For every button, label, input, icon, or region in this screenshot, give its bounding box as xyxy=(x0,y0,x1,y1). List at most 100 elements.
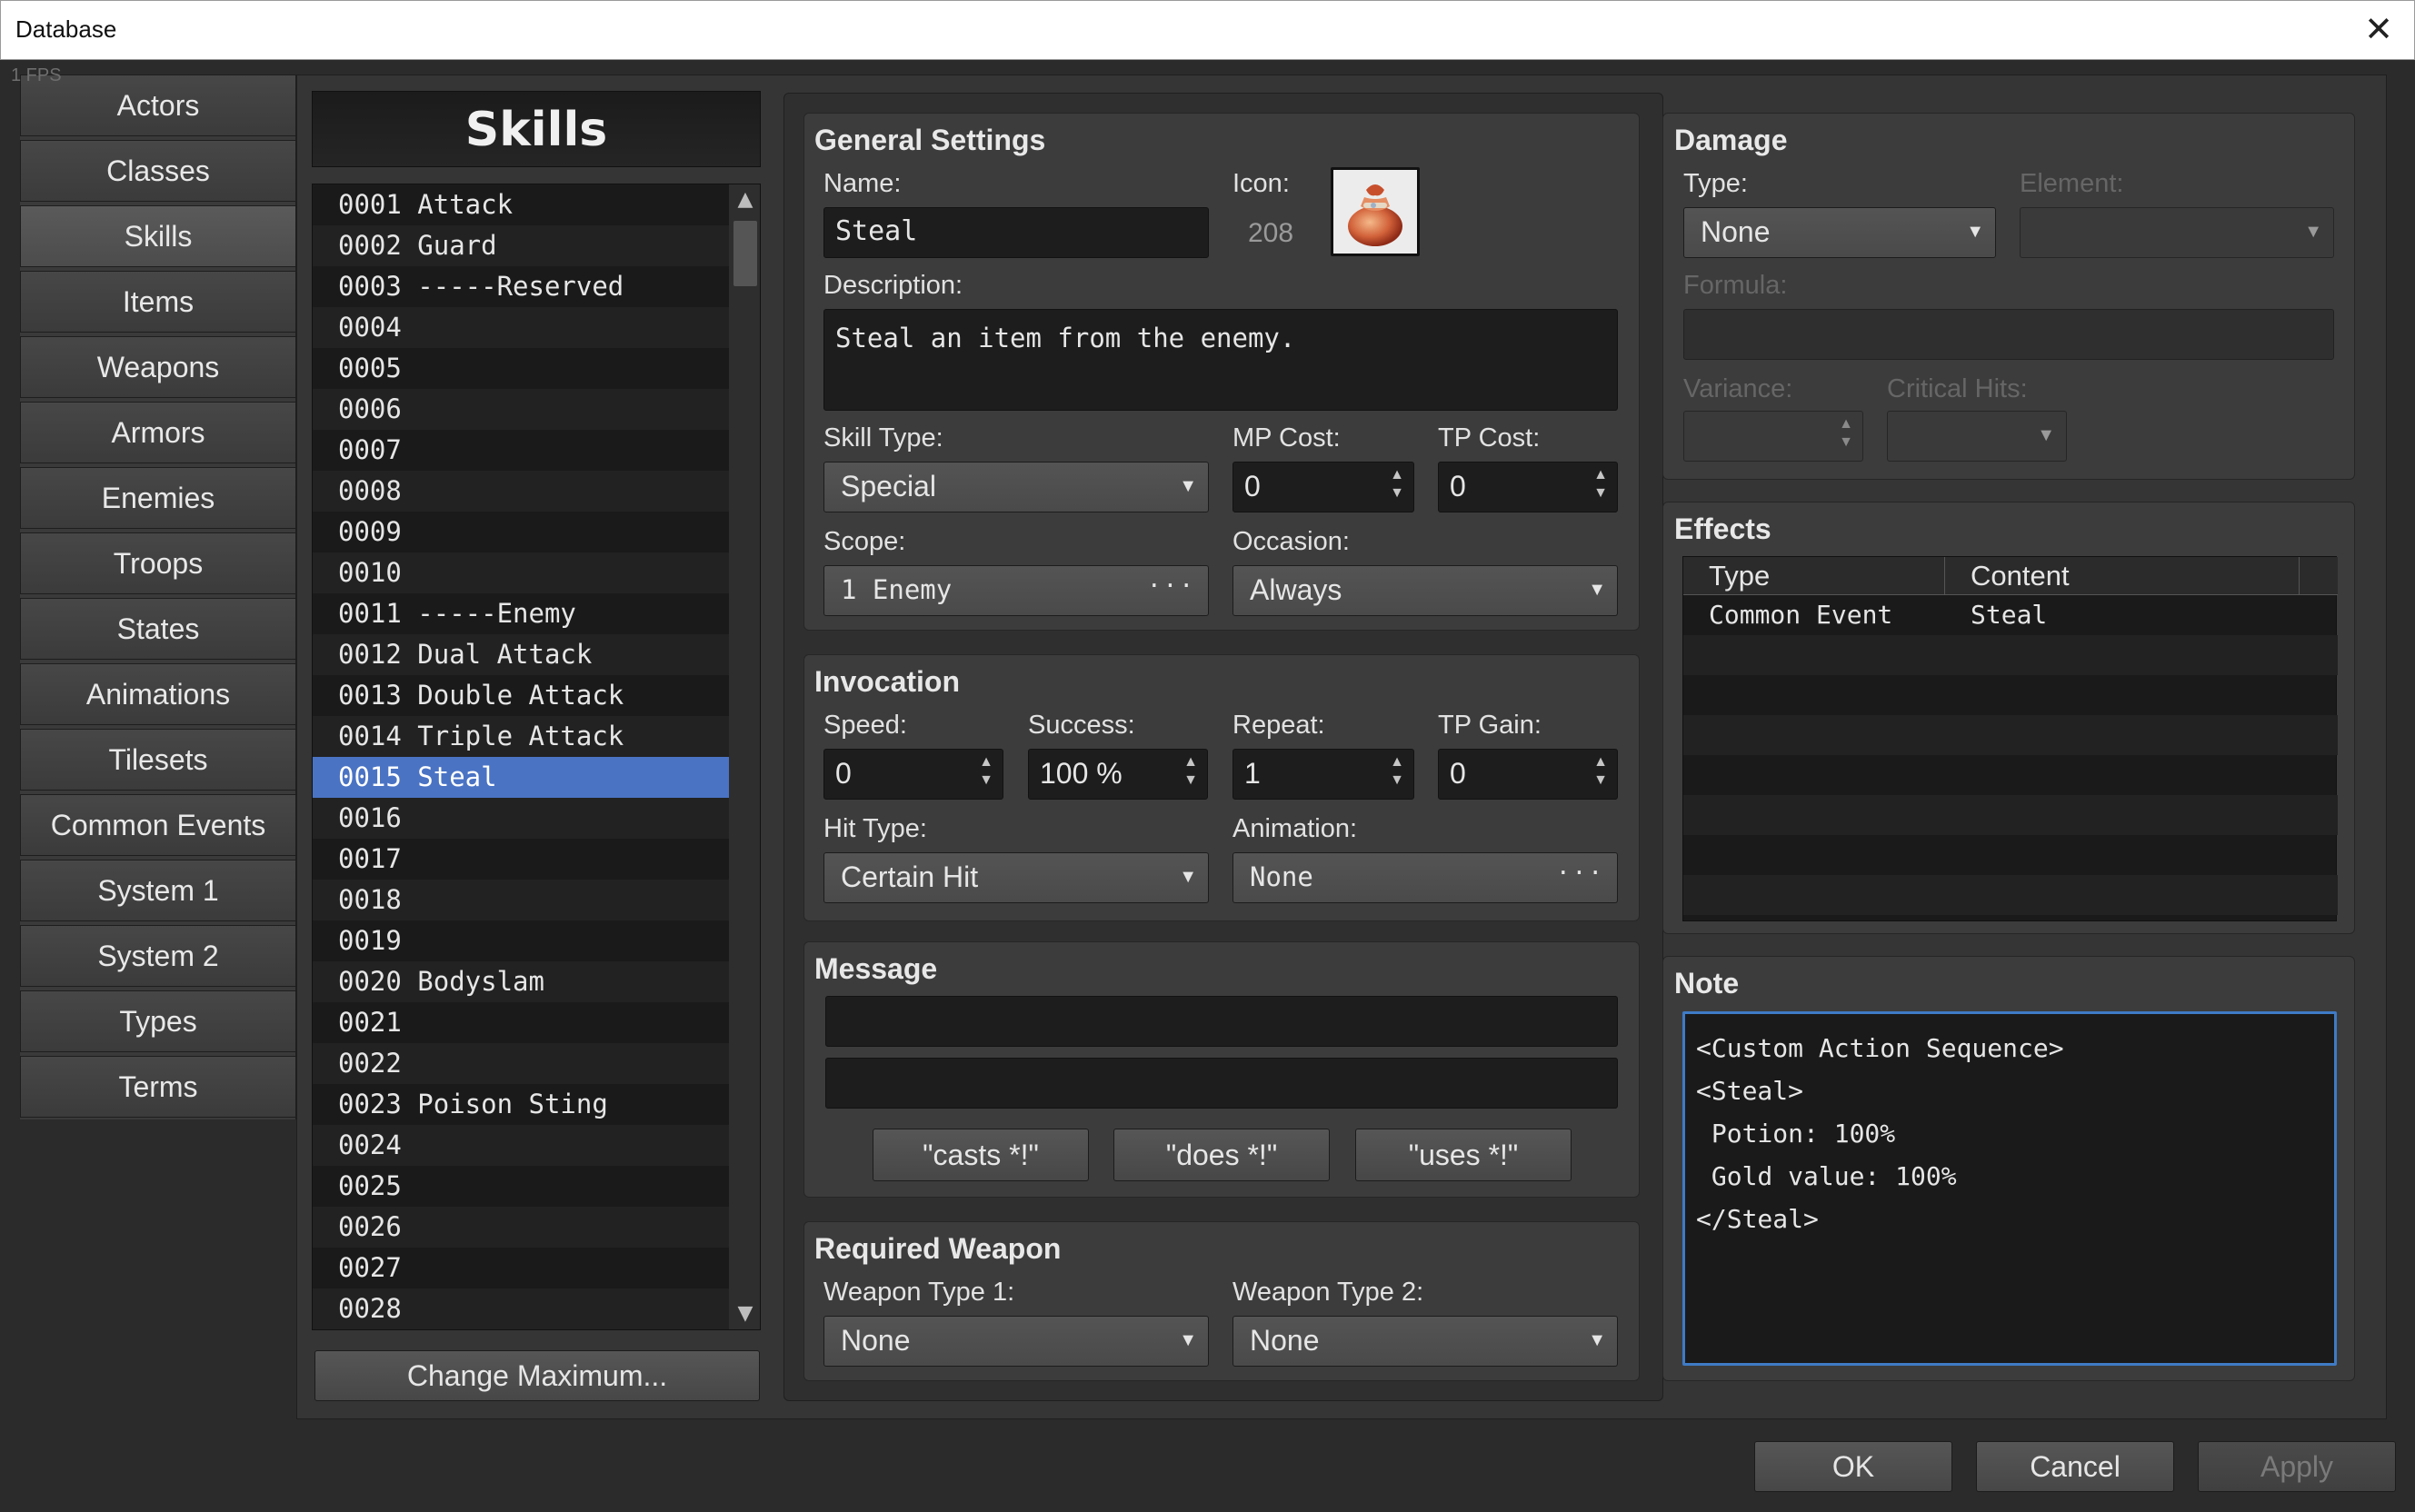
success-spinner[interactable]: 100 % ▲ ▼ xyxy=(1028,749,1208,800)
speed-spinner[interactable]: 0 ▲ ▼ xyxy=(823,749,1003,800)
list-item[interactable]: 0016 xyxy=(313,798,729,839)
table-row[interactable] xyxy=(1683,635,2338,675)
list-item[interactable]: 0026 xyxy=(313,1207,729,1248)
note-textarea[interactable]: <Custom Action Sequence> <Steal> Potion: … xyxy=(1682,1011,2337,1366)
uses-button[interactable]: "uses *!" xyxy=(1355,1129,1572,1181)
list-item[interactable]: 0001 Attack xyxy=(313,184,729,225)
critical-hits-select[interactable]: ▼ xyxy=(1887,411,2067,462)
effects-table[interactable]: Type Content Common Event Steal xyxy=(1682,556,2338,921)
list-item[interactable]: 0021 xyxy=(313,1002,729,1043)
change-maximum-button[interactable]: Change Maximum... xyxy=(314,1350,760,1401)
skills-list[interactable]: 0001 Attack 0002 Guard 0003 -----Reserved 0… xyxy=(312,184,761,1330)
category-tab-enemies[interactable]: Enemies xyxy=(20,467,296,529)
list-item[interactable]: 0019 xyxy=(313,920,729,961)
category-tab-tilesets[interactable]: Tilesets xyxy=(20,729,296,791)
category-tab-actors[interactable]: Actors xyxy=(20,75,296,136)
weapon-type-2-select[interactable]: None ▼ xyxy=(1232,1316,1618,1367)
message-line-2[interactable] xyxy=(825,1058,1618,1109)
scroll-thumb[interactable] xyxy=(733,221,757,286)
close-icon[interactable]: ✕ xyxy=(2356,6,2401,52)
list-item[interactable]: 0028 xyxy=(313,1288,729,1329)
list-item[interactable]: 0011 -----Enemy xyxy=(313,593,729,634)
category-tab-animations[interactable]: Animations xyxy=(20,663,296,725)
cancel-button[interactable]: Cancel xyxy=(1976,1441,2174,1492)
occasion-select[interactable]: Always ▼ xyxy=(1232,565,1618,616)
weapon-type-1-select[interactable]: None ▼ xyxy=(823,1316,1209,1367)
spinner-arrows-icon[interactable]: ▲ ▼ xyxy=(977,753,995,790)
list-item[interactable]: 0014 Triple Attack xyxy=(313,716,729,757)
spinner-arrows-icon[interactable]: ▲ ▼ xyxy=(1388,466,1406,502)
name-field[interactable]: Steal xyxy=(823,207,1209,258)
variance-spinner[interactable]: ▲ ▼ xyxy=(1683,411,1863,462)
spinner-arrows-icon[interactable]: ▲ ▼ xyxy=(1182,753,1200,790)
hit-type-select[interactable]: Certain Hit ▼ xyxy=(823,852,1209,903)
damage-type-value: None xyxy=(1701,215,1771,248)
table-row[interactable] xyxy=(1683,835,2338,875)
animation-select[interactable]: None ··· xyxy=(1232,852,1618,903)
description-field[interactable]: Steal an item from the enemy. xyxy=(823,309,1618,411)
category-tab-terms[interactable]: Terms xyxy=(20,1056,296,1118)
list-item[interactable]: 0017 xyxy=(313,839,729,880)
list-item[interactable]: 0010 xyxy=(313,552,729,593)
list-item[interactable]: 0008 xyxy=(313,471,729,512)
list-item[interactable]: 0015 Steal xyxy=(313,757,729,798)
category-tab-items[interactable]: Items xyxy=(20,271,296,333)
table-row[interactable] xyxy=(1683,755,2338,795)
list-item[interactable]: 0023 Poison Sting xyxy=(313,1084,729,1125)
category-tab-system-2[interactable]: System 2 xyxy=(20,925,296,987)
scroll-up-icon[interactable]: ▲ xyxy=(729,184,760,215)
list-item[interactable]: 0009 xyxy=(313,512,729,552)
spinner-arrows-icon[interactable]: ▲ ▼ xyxy=(1592,466,1610,502)
table-row[interactable] xyxy=(1683,795,2338,835)
list-item[interactable]: 0004 xyxy=(313,307,729,348)
ok-button[interactable]: OK xyxy=(1754,1441,1952,1492)
tp-cost-spinner[interactable]: 0 ▲ ▼ xyxy=(1438,462,1618,512)
category-tab-troops[interactable]: Troops xyxy=(20,532,296,594)
list-item[interactable]: 0012 Dual Attack xyxy=(313,634,729,675)
skill-type-select[interactable]: Special ▼ xyxy=(823,462,1209,512)
category-tab-skills[interactable]: Skills xyxy=(20,205,296,267)
table-row[interactable] xyxy=(1683,675,2338,715)
apply-button[interactable]: Apply xyxy=(2198,1441,2396,1492)
table-row[interactable] xyxy=(1683,715,2338,755)
tp-gain-spinner[interactable]: 0 ▲ ▼ xyxy=(1438,749,1618,800)
list-item[interactable]: 0018 xyxy=(313,880,729,920)
scroll-down-icon[interactable]: ▼ xyxy=(729,1298,760,1329)
column-header-content[interactable]: Content xyxy=(1945,557,2300,595)
skill-icon-picker[interactable] xyxy=(1331,167,1420,256)
spinner-arrows-icon[interactable]: ▲ ▼ xyxy=(1592,753,1610,790)
table-row[interactable] xyxy=(1683,875,2338,915)
damage-type-select[interactable]: None ▼ xyxy=(1683,207,1996,258)
list-item[interactable]: 0007 xyxy=(313,430,729,471)
list-item[interactable]: 0025 xyxy=(313,1166,729,1207)
category-tab-weapons[interactable]: Weapons xyxy=(20,336,296,398)
list-item[interactable]: 0022 xyxy=(313,1043,729,1084)
message-line-1[interactable] xyxy=(825,996,1618,1047)
element-select[interactable]: ▼ xyxy=(2020,207,2334,258)
list-item[interactable]: 0013 Double Attack xyxy=(313,675,729,716)
list-item[interactable]: 0005 xyxy=(313,348,729,389)
does-button[interactable]: "does *!" xyxy=(1113,1129,1330,1181)
spinner-arrows-icon[interactable]: ▲ ▼ xyxy=(1388,753,1406,790)
scope-select[interactable]: 1 Enemy ··· xyxy=(823,565,1209,616)
column-header-type[interactable]: Type xyxy=(1683,557,1945,595)
formula-field[interactable] xyxy=(1683,309,2334,360)
category-tab-common-events[interactable]: Common Events xyxy=(20,794,296,856)
list-item[interactable]: 0020 Bodyslam xyxy=(313,961,729,1002)
category-tab-types[interactable]: Types xyxy=(20,990,296,1052)
list-item[interactable]: 0006 xyxy=(313,389,729,430)
mp-cost-spinner[interactable]: 0 ▲ ▼ xyxy=(1232,462,1414,512)
list-scrollbar[interactable]: ▲ ▼ xyxy=(729,184,760,1329)
category-tab-states[interactable]: States xyxy=(20,598,296,660)
casts-button[interactable]: "casts *!" xyxy=(873,1129,1089,1181)
list-item[interactable]: 0024 xyxy=(313,1125,729,1166)
list-item[interactable]: 0003 -----Reserved xyxy=(313,266,729,307)
category-tab-armors[interactable]: Armors xyxy=(20,402,296,463)
category-tab-system-1[interactable]: System 1 xyxy=(20,860,296,921)
spinner-arrows-icon[interactable]: ▲ ▼ xyxy=(1837,415,1855,452)
table-row[interactable]: Common Event Steal xyxy=(1683,595,2338,635)
repeat-spinner[interactable]: 1 ▲ ▼ xyxy=(1232,749,1414,800)
list-item[interactable]: 0002 Guard xyxy=(313,225,729,266)
category-tab-classes[interactable]: Classes xyxy=(20,140,296,202)
list-item[interactable]: 0027 xyxy=(313,1248,729,1288)
